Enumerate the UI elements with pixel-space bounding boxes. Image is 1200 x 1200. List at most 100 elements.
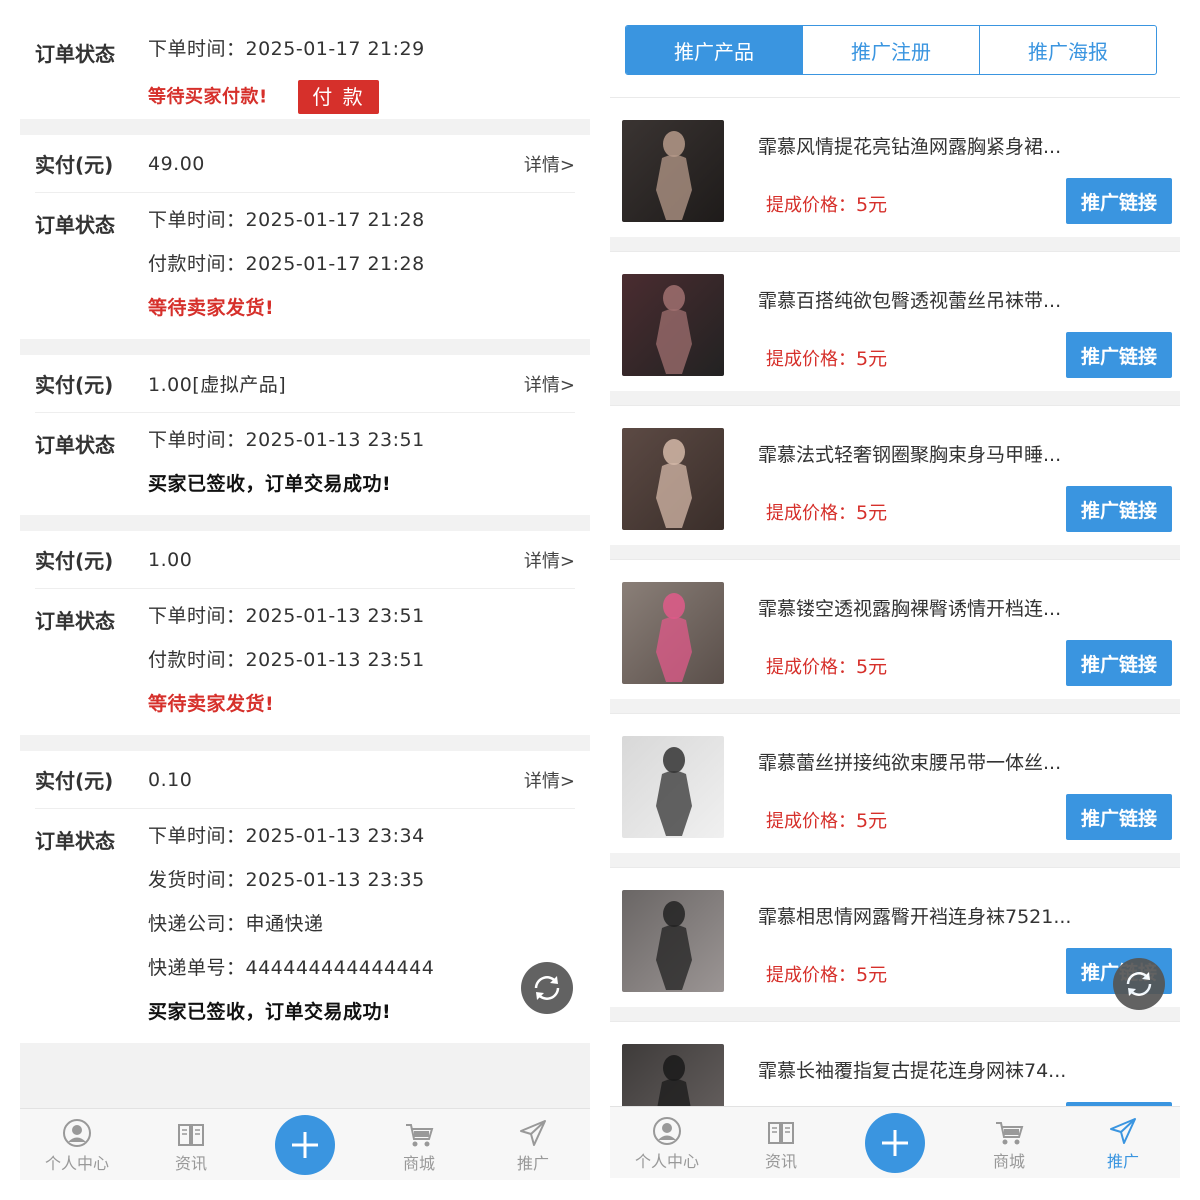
divider (20, 339, 590, 355)
product-image[interactable] (622, 120, 724, 222)
promote-link-button[interactable]: 推广链接 (1066, 486, 1172, 532)
promote-link-button[interactable]: 推广链接 (1066, 640, 1172, 686)
product-title[interactable]: 霏慕长袖覆指复古提花连身网袜74... (758, 1056, 1168, 1083)
pay-amount: 0.10 (148, 768, 193, 791)
nav-mall[interactable]: 商城 (362, 1109, 476, 1180)
order-status-label: 订单状态 (35, 829, 115, 853)
product-image[interactable] (622, 890, 724, 992)
price-value: 5元 (856, 348, 888, 370)
order-status-block: 订单状态 下单时间：2025-01-17 21:28 付款时间：2025-01-… (20, 193, 590, 345)
product-image[interactable] (622, 582, 724, 684)
nav-label: 推广 (1106, 1152, 1139, 1171)
product-price: 提成价格：5元 (766, 652, 887, 679)
nav-promote[interactable]: 推广 (1066, 1107, 1180, 1178)
product-photo (656, 439, 692, 528)
product-image[interactable] (622, 428, 724, 530)
product-price: 提成价格：5元 (766, 960, 887, 987)
product-photo (656, 593, 692, 682)
book-icon (768, 1122, 794, 1144)
refresh-button[interactable] (521, 962, 573, 1014)
product-photo (656, 747, 692, 836)
order-pay-row[interactable]: 实付(元) 0.10 详情> (35, 751, 575, 809)
nav-label: 个人中心 (634, 1152, 699, 1171)
product-image[interactable] (622, 274, 724, 376)
detail-link[interactable]: 详情> (524, 767, 575, 793)
order-status-label: 订单状态 (35, 213, 115, 237)
pay-time: 付款时间：2025-01-17 21:28 (148, 253, 425, 275)
refresh-icon (534, 976, 560, 1000)
product-list: 霏慕风情提花亮钻渔网露胸紧身裙... 提成价格：5元 推广链接 霏慕百搭纯欲包臀透视蕾… (610, 97, 1180, 1175)
tracking-number: 快递单号：444444444444444 (148, 957, 435, 979)
order-pay-row[interactable]: 实付(元) 49.00 详情> (35, 135, 575, 193)
divider (610, 853, 1180, 867)
detail-link[interactable]: 详情> (524, 151, 575, 177)
nav-add[interactable] (838, 1107, 952, 1178)
price-label: 提成价格： (766, 965, 856, 986)
user-icon (63, 1119, 91, 1147)
order-pay-row[interactable]: 实付(元) 1.00 详情> (35, 531, 575, 589)
detail-link[interactable]: 详情> (524, 547, 575, 573)
product-photo (656, 285, 692, 374)
send-icon (520, 1120, 546, 1146)
promote-link-button[interactable]: 推广链接 (1066, 332, 1172, 378)
price-label: 提成价格： (766, 195, 856, 216)
cart-icon (406, 1124, 434, 1147)
nav-news[interactable]: 资讯 (724, 1107, 838, 1178)
pay-button[interactable]: 付 款 (298, 80, 379, 114)
divider (610, 545, 1180, 559)
nav-label: 商城 (402, 1154, 435, 1173)
pay-time: 付款时间：2025-01-13 23:51 (148, 649, 425, 671)
product-title[interactable]: 霏慕相思情网露臀开裆连身袜7521... (758, 902, 1168, 929)
pay-label: 实付(元) (35, 373, 114, 397)
product-title[interactable]: 霏慕法式轻奢钢圈聚胸束身马甲睡... (758, 440, 1168, 467)
tab-promote-poster[interactable]: 推广海报 (980, 26, 1156, 74)
nav-label: 资讯 (764, 1152, 797, 1171)
divider (610, 1007, 1180, 1021)
order-status-label: 订单状态 (35, 433, 115, 457)
orders-panel: 订单状态 下单时间：2025-01-17 21:29 等待买家付款! 付 款 实… (20, 20, 590, 1180)
product-photo (656, 131, 692, 220)
order-status-block: 订单状态 下单时间：2025-01-13 23:51 付款时间：2025-01-… (20, 589, 590, 741)
bottom-nav: 个人中心 资讯 商城 推广 (610, 1106, 1180, 1178)
nav-add[interactable] (248, 1109, 362, 1180)
promote-link-button[interactable]: 推广链接 (1066, 794, 1172, 840)
product-price: 提成价格：5元 (766, 190, 887, 217)
product-title[interactable]: 霏慕风情提花亮钻渔网露胸紧身裙... (758, 132, 1168, 159)
order-status-label: 订单状态 (35, 42, 115, 66)
nav-personal-center[interactable]: 个人中心 (20, 1109, 134, 1180)
product-title[interactable]: 霏慕镂空透视露胸裸臀诱情开档连... (758, 594, 1168, 621)
price-value: 5元 (856, 502, 888, 524)
tab-promote-products[interactable]: 推广产品 (626, 26, 803, 74)
tab-promote-register[interactable]: 推广注册 (803, 26, 980, 74)
cart-icon (996, 1122, 1024, 1145)
refresh-button[interactable] (1113, 958, 1165, 1010)
product-price: 提成价格：5元 (766, 344, 887, 371)
product-title[interactable]: 霏慕蕾丝拼接纯欲束腰吊带一体丝... (758, 748, 1168, 775)
order-time: 下单时间：2025-01-17 21:28 (148, 209, 425, 231)
product-price: 提成价格：5元 (766, 806, 887, 833)
ship-time: 发货时间：2025-01-13 23:35 (148, 869, 425, 891)
detail-link[interactable]: 详情> (524, 371, 575, 397)
product-image[interactable] (622, 736, 724, 838)
nav-news[interactable]: 资讯 (134, 1109, 248, 1180)
order-status-label: 订单状态 (35, 609, 115, 633)
order-status-text: 等待卖家发货! (148, 693, 275, 715)
order-time: 下单时间：2025-01-17 21:29 (148, 38, 425, 60)
nav-mall[interactable]: 商城 (952, 1107, 1066, 1178)
bottom-nav: 个人中心 资讯 商城 推广 (20, 1108, 590, 1180)
promote-link-button[interactable]: 推广链接 (1066, 178, 1172, 224)
user-icon (653, 1117, 681, 1145)
divider (20, 119, 590, 135)
order-pay-row[interactable]: 实付(元) 1.00[虚拟产品] 详情> (35, 355, 575, 413)
product-item: 霏慕镂空透视露胸裸臀诱情开档连... 提成价格：5元 推广链接 (610, 559, 1180, 699)
nav-label: 商城 (992, 1152, 1025, 1171)
nav-promote[interactable]: 推广 (476, 1109, 590, 1180)
divider (610, 699, 1180, 713)
price-label: 提成价格： (766, 503, 856, 524)
order-status-text: 买家已签收，订单交易成功! (148, 473, 392, 495)
product-title[interactable]: 霏慕百搭纯欲包臀透视蕾丝吊袜带... (758, 286, 1168, 313)
divider (610, 391, 1180, 405)
price-value: 5元 (856, 194, 888, 216)
plus-icon (292, 1131, 318, 1158)
nav-personal-center[interactable]: 个人中心 (610, 1107, 724, 1178)
